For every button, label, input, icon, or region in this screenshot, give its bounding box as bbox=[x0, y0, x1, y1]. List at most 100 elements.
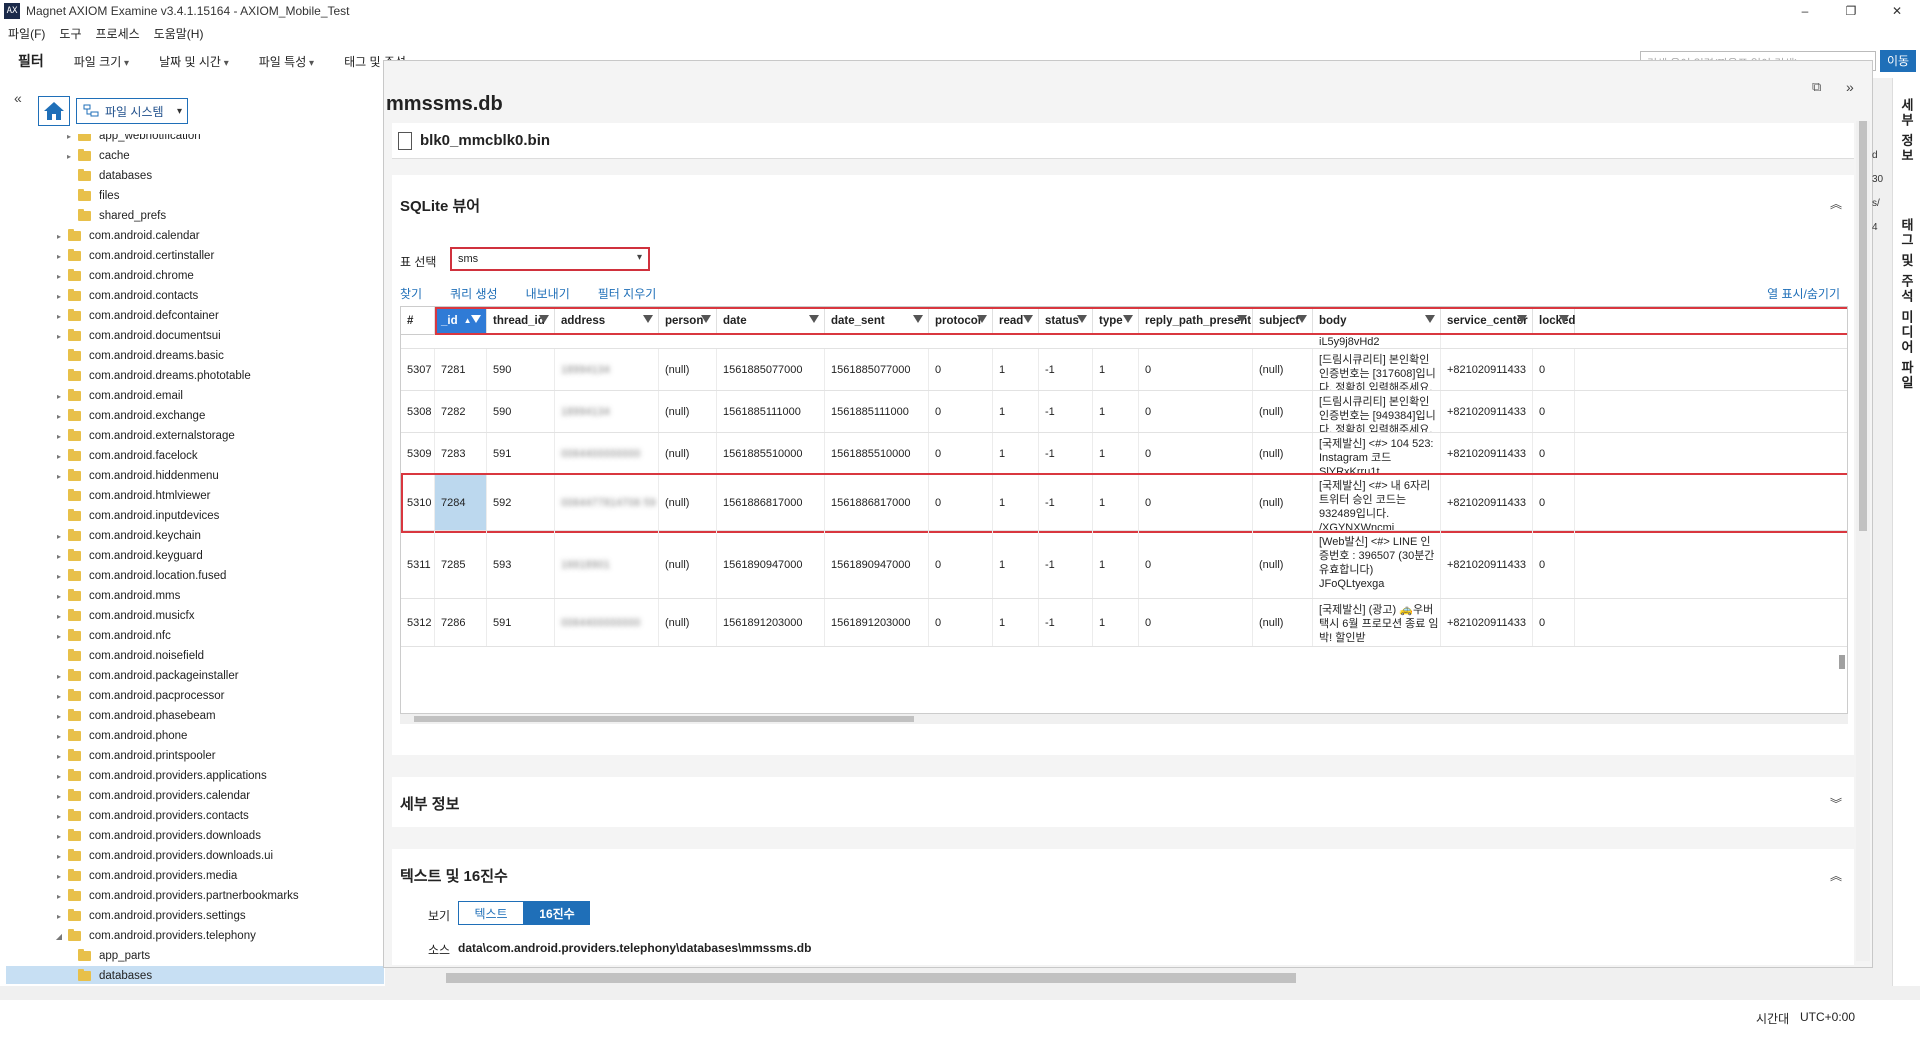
tree-folder-item[interactable]: databases bbox=[6, 166, 384, 186]
column-header[interactable]: protocol bbox=[929, 307, 993, 335]
tree-folder-item[interactable]: ▸ cache bbox=[6, 146, 384, 166]
tree-folder-item[interactable]: ▸ com.android.nfc bbox=[6, 626, 384, 646]
tree-folder-item[interactable]: databases bbox=[6, 966, 384, 984]
grid-horizontal-scrollbar[interactable] bbox=[400, 714, 1848, 724]
tree-folder-item[interactable]: ▸ com.android.providers.calendar bbox=[6, 786, 384, 806]
expand-arrow-icon[interactable]: ▸ bbox=[54, 232, 64, 241]
expand-arrow-icon[interactable]: ▸ bbox=[54, 632, 64, 641]
home-button[interactable] bbox=[38, 96, 70, 126]
column-filter-icon[interactable] bbox=[1517, 315, 1527, 323]
expand-arrow-icon[interactable]: ▸ bbox=[54, 292, 64, 301]
table-row[interactable]: 5310 7284 592 0064477814706 59 (null) 1561886… bbox=[401, 475, 1847, 531]
tree-folder-item[interactable]: ▸ com.android.defcontainer bbox=[6, 306, 384, 326]
collapse-up-icon[interactable]: ︽ bbox=[1830, 867, 1842, 884]
expand-arrow-icon[interactable]: ▸ bbox=[64, 152, 74, 161]
menu-file[interactable]: 파일(F) bbox=[8, 25, 45, 42]
column-filter-icon[interactable] bbox=[643, 315, 653, 323]
tree-folder-item[interactable]: ▸ com.android.keyguard bbox=[6, 546, 384, 566]
scroll-thumb[interactable] bbox=[1859, 121, 1867, 531]
expand-arrow-icon[interactable]: ▸ bbox=[54, 612, 64, 621]
column-header[interactable]: # bbox=[401, 307, 435, 335]
column-header[interactable]: _id ▲ bbox=[435, 307, 487, 335]
tree-folder-item[interactable]: ▸ com.android.providers.applications bbox=[6, 766, 384, 786]
tree-folder-item[interactable]: ▸ com.android.providers.downloads bbox=[6, 826, 384, 846]
collapse-left-icon[interactable]: « bbox=[14, 90, 22, 106]
table-row[interactable]: 5308 7282 590 18994134 (null) 1561885111000 15… bbox=[401, 391, 1847, 433]
tree-folder-item[interactable]: ▸ com.android.musicfx bbox=[6, 606, 384, 626]
table-row[interactable]: 5309 7283 591 0064400000000 (null) 1561885510… bbox=[401, 433, 1847, 475]
tree-folder-item[interactable]: ▸ com.android.providers.partnerbookmarks bbox=[6, 886, 384, 906]
expand-arrow-icon[interactable]: ▸ bbox=[54, 332, 64, 341]
expand-arrow-icon[interactable]: ▸ bbox=[64, 134, 74, 141]
menu-help[interactable]: 도움말(H) bbox=[154, 25, 204, 42]
column-filter-icon[interactable] bbox=[913, 315, 923, 323]
tree-folder-item[interactable]: ◢ com.android.providers.telephony bbox=[6, 926, 384, 946]
tree-folder-item[interactable]: ▸ com.android.certinstaller bbox=[6, 246, 384, 266]
filter-file-attributes[interactable]: 파일 특성 bbox=[259, 53, 314, 70]
tree-folder-item[interactable]: ▸ com.android.providers.contacts bbox=[6, 806, 384, 826]
popout-icon[interactable]: ⧉ bbox=[1812, 79, 1821, 95]
menu-process[interactable]: 프로세스 bbox=[96, 25, 140, 42]
expand-arrow-icon[interactable]: ▸ bbox=[54, 552, 64, 561]
expand-arrow-icon[interactable]: ▸ bbox=[54, 432, 64, 441]
tree-folder-item[interactable]: com.android.htmlviewer bbox=[6, 486, 384, 506]
expand-arrow-icon[interactable]: ▸ bbox=[54, 592, 64, 601]
scroll-thumb[interactable] bbox=[414, 716, 914, 722]
column-header[interactable]: body bbox=[1313, 307, 1441, 335]
tree-folder-item[interactable]: ▸ com.android.calendar bbox=[6, 226, 384, 246]
tab-details[interactable]: 세부 정보 bbox=[1897, 98, 1916, 164]
tree-folder-item[interactable]: ▸ com.android.chrome bbox=[6, 266, 384, 286]
column-header[interactable]: status bbox=[1039, 307, 1093, 335]
expand-arrow-icon[interactable]: ▸ bbox=[54, 812, 64, 821]
expand-arrow-icon[interactable]: ▸ bbox=[54, 312, 64, 321]
tree-folder-item[interactable]: ▸ com.android.phasebeam bbox=[6, 706, 384, 726]
tree-folder-item[interactable]: app_parts bbox=[6, 946, 384, 966]
menu-tools[interactable]: 도구 bbox=[59, 25, 81, 42]
tree-folder-item[interactable]: ▸ com.android.email bbox=[6, 386, 384, 406]
filter-file-size[interactable]: 파일 크기 bbox=[74, 53, 129, 70]
table-select-dropdown[interactable]: sms bbox=[450, 247, 650, 271]
column-header[interactable]: type bbox=[1093, 307, 1139, 335]
column-filter-icon[interactable] bbox=[1023, 315, 1033, 323]
tree-folder-item[interactable]: ▸ com.android.providers.downloads.ui bbox=[6, 846, 384, 866]
tree-folder-item[interactable]: com.android.dreams.phototable bbox=[6, 366, 384, 386]
tree-folder-item[interactable]: ▸ com.android.facelock bbox=[6, 446, 384, 466]
toggle-columns-link[interactable]: 열 표시/숨기기 bbox=[1767, 285, 1840, 302]
column-header[interactable]: read bbox=[993, 307, 1039, 335]
build-query-link[interactable]: 쿼리 생성 bbox=[450, 285, 498, 302]
dialog-vertical-scrollbar[interactable] bbox=[1856, 121, 1870, 961]
expand-arrow-icon[interactable]: ▸ bbox=[54, 872, 64, 881]
column-header[interactable]: locked bbox=[1533, 307, 1575, 335]
maximize-button[interactable]: ❐ bbox=[1828, 0, 1874, 22]
tree-folder-item[interactable]: ▸ com.android.printspooler bbox=[6, 746, 384, 766]
expand-arrow-icon[interactable]: ▸ bbox=[54, 832, 64, 841]
tree-folder-item[interactable]: com.android.dreams.basic bbox=[6, 346, 384, 366]
column-header[interactable]: date bbox=[717, 307, 825, 335]
column-filter-icon[interactable] bbox=[1425, 315, 1435, 323]
grid-vertical-scrollbar[interactable] bbox=[1837, 335, 1847, 705]
tree-folder-item[interactable]: ▸ com.android.location.fused bbox=[6, 566, 384, 586]
tree-folder-item[interactable]: ▸ com.android.phone bbox=[6, 726, 384, 746]
column-filter-icon[interactable] bbox=[977, 315, 987, 323]
expand-panel-icon[interactable]: » bbox=[1846, 79, 1854, 95]
expand-arrow-icon[interactable]: ▸ bbox=[54, 452, 64, 461]
tree-folder-item[interactable]: ▸ com.android.providers.media bbox=[6, 866, 384, 886]
table-row[interactable]: iL5y9j8vHd2 bbox=[401, 335, 1847, 349]
timezone-value[interactable]: UTC+0:00 bbox=[1800, 1010, 1855, 1024]
tree-folder-item[interactable]: ▸ com.android.hiddenmenu bbox=[6, 466, 384, 486]
expand-arrow-icon[interactable]: ▸ bbox=[54, 472, 64, 481]
column-filter-icon[interactable] bbox=[701, 315, 711, 323]
go-button[interactable]: 이동 bbox=[1880, 50, 1916, 72]
column-filter-icon[interactable] bbox=[1077, 315, 1087, 323]
tree-folder-item[interactable]: ▸ com.android.documentsui bbox=[6, 326, 384, 346]
find-link[interactable]: 찾기 bbox=[400, 285, 422, 302]
expand-arrow-icon[interactable]: ◢ bbox=[54, 932, 64, 941]
expand-arrow-icon[interactable]: ▸ bbox=[54, 732, 64, 741]
table-row[interactable]: 5311 7285 593 16618901 (null) 1561890947000 15… bbox=[401, 531, 1847, 599]
tree-folder-item[interactable]: ▸ app_webnotification bbox=[6, 134, 384, 146]
column-filter-icon[interactable] bbox=[1123, 315, 1133, 323]
tree-folder-item[interactable]: ▸ com.android.mms bbox=[6, 586, 384, 606]
collapse-up-icon[interactable]: ︽ bbox=[1830, 195, 1842, 212]
column-filter-icon[interactable] bbox=[809, 315, 819, 323]
clear-filter-link[interactable]: 필터 지우기 bbox=[598, 285, 657, 302]
